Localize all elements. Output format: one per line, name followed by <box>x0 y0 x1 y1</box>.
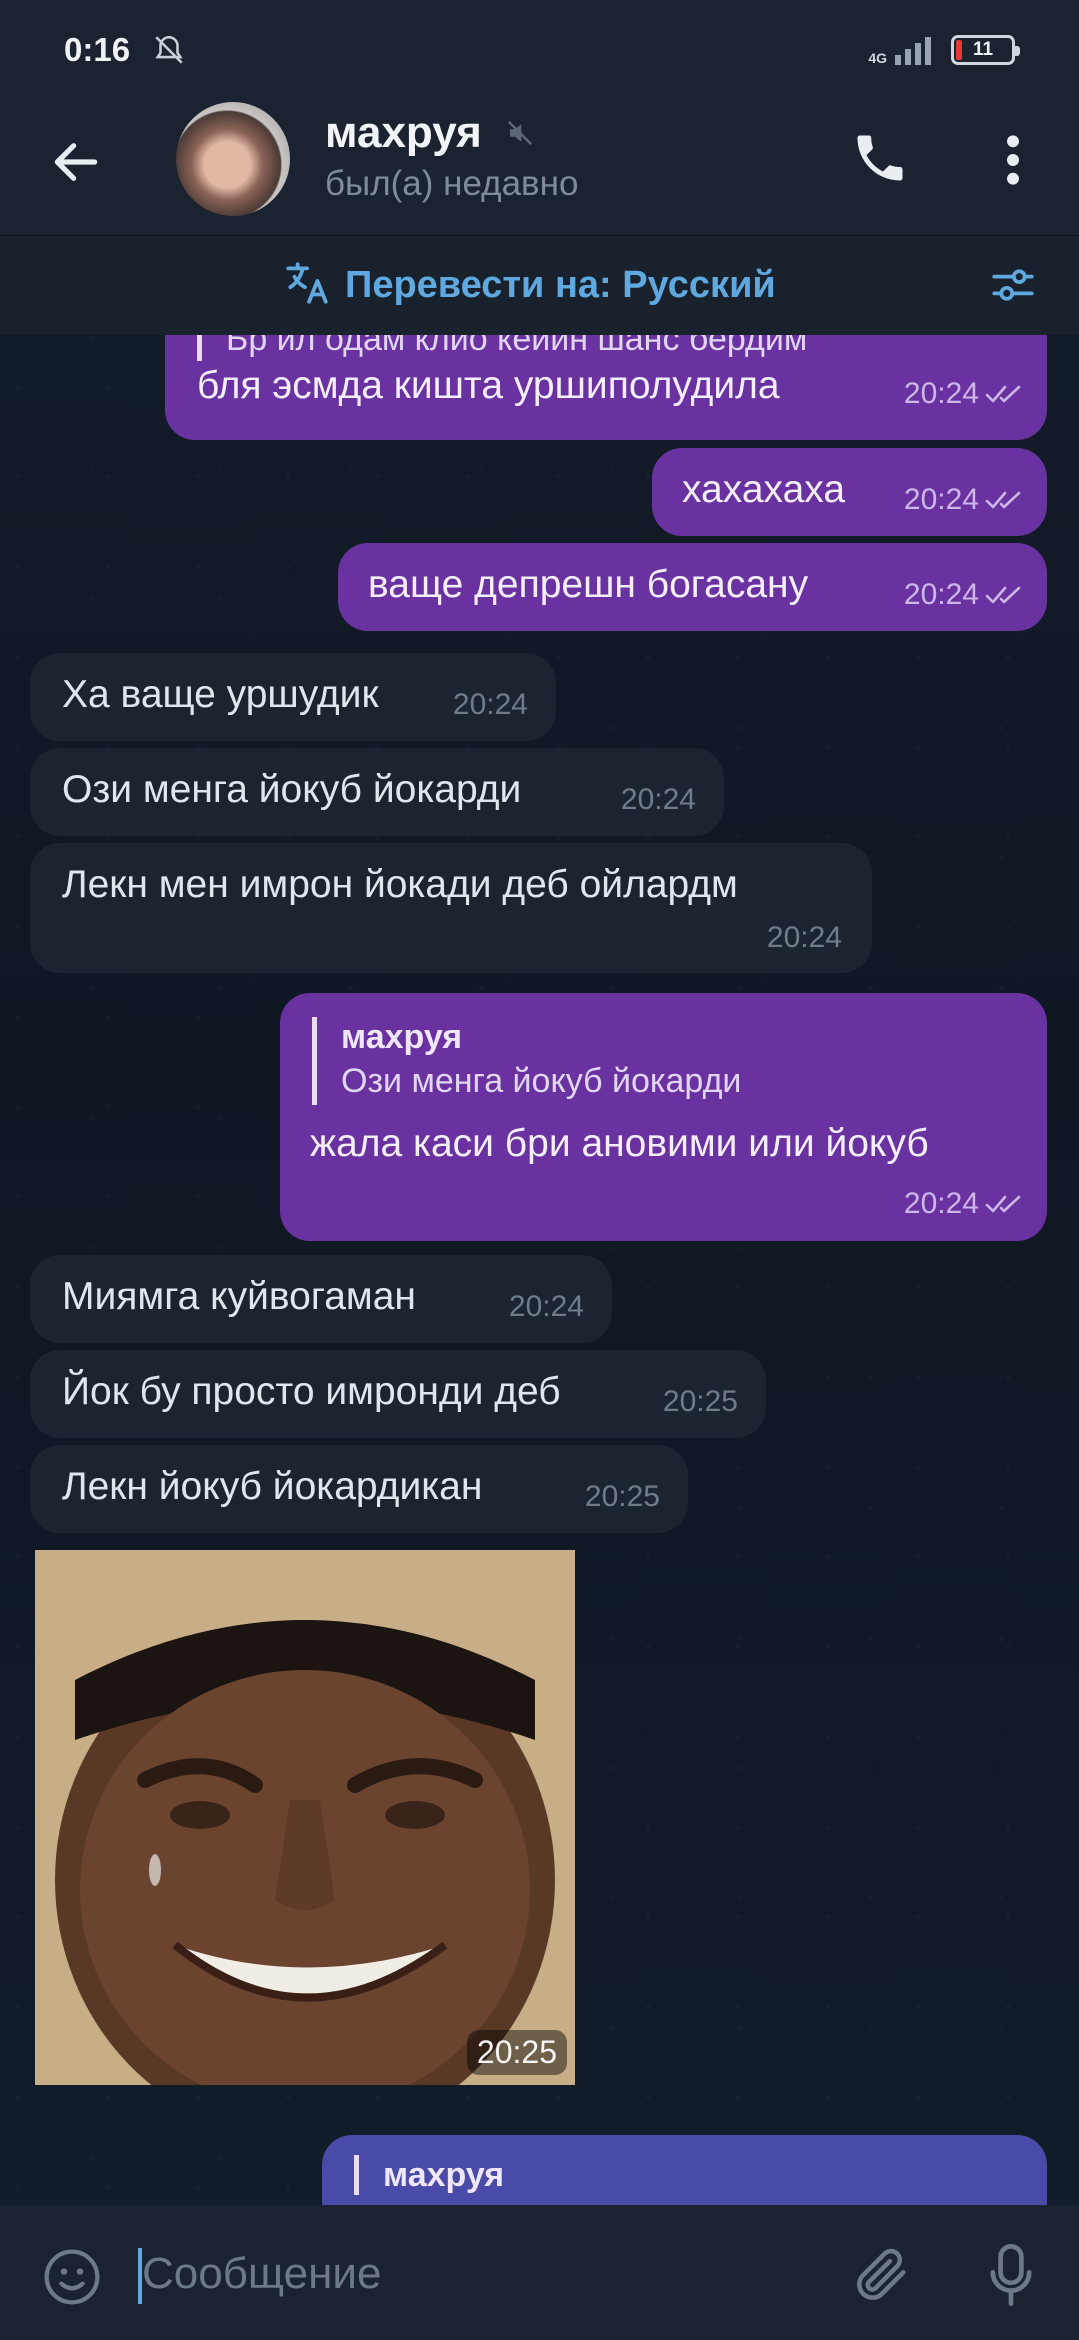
message-text: бля эсмда кишта уршиполудила <box>197 364 780 407</box>
message-time: 20:24 <box>766 921 842 954</box>
attach-clip-icon[interactable] <box>850 2243 914 2307</box>
message-time: 20:24 <box>452 688 528 721</box>
message-text: Ха ваще уршудик <box>62 673 379 716</box>
message-text: жала каси бри ановими или йокуб <box>310 1122 929 1165</box>
message-time: 20:24 <box>903 483 979 516</box>
message-time: 20:24 <box>903 377 979 410</box>
message-text: Йок бу просто имронди деб <box>62 1370 561 1413</box>
photo-time: 20:25 <box>466 2030 567 2075</box>
message-bubble-incoming[interactable]: Ози менга йокуб йокарди 20:24 <box>30 748 724 836</box>
message-meta: 20:24 <box>904 371 1029 417</box>
message-input[interactable]: Сообщение <box>142 2249 381 2299</box>
message-input-bar: Сообщение <box>0 2205 1079 2340</box>
avatar[interactable] <box>176 102 290 216</box>
message-time: 20:24 <box>508 1290 584 1323</box>
message-bubble-incoming[interactable]: Ха ваще уршудик 20:24 <box>30 653 556 741</box>
emoji-icon[interactable] <box>40 2245 104 2309</box>
status-time: 0:16 <box>64 31 131 68</box>
double-check-icon <box>985 385 1021 403</box>
message-time: 20:24 <box>620 783 696 816</box>
last-seen-status: был(а) недавно <box>325 164 579 203</box>
message-meta: 20:24 <box>509 1284 584 1330</box>
double-check-icon <box>985 1195 1021 1213</box>
message-bubble-incoming[interactable]: Йок бу просто имронди деб 20:25 <box>30 1350 766 1438</box>
reply-quote[interactable]: махруя <box>354 2155 504 2195</box>
sticker-image <box>35 1550 575 2085</box>
reply-quote[interactable]: махруя Ози менга йокуб йокарди <box>312 1017 741 1105</box>
message-meta: 20:24 <box>904 572 1029 618</box>
message-bubble-outgoing[interactable]: махруя Ози менга йокуб йокарди жала каси… <box>280 993 1047 1241</box>
status-right: 4G 11 <box>868 35 1020 65</box>
message-time: 20:25 <box>584 1480 660 1513</box>
double-check-icon <box>985 586 1021 604</box>
message-bubble-incoming[interactable]: Лекн мен имрон йокади деб ойлардм 20:24 <box>30 843 872 973</box>
message-meta: 20:24 <box>904 477 1029 523</box>
message-text: хахахаха <box>682 468 846 511</box>
message-text: Лекн мен имрон йокади деб ойлардм <box>62 863 738 906</box>
message-list[interactable]: Бр ил одам клио кейин шанс бердим бля эс… <box>0 335 1079 2205</box>
message-meta: 20:24 <box>453 682 528 728</box>
translate-label[interactable]: Перевести на: Русский <box>345 264 776 307</box>
mute-icon <box>507 120 533 146</box>
translate-icon <box>286 262 328 304</box>
network-type: 4G <box>868 50 887 66</box>
back-arrow-icon[interactable] <box>48 134 104 190</box>
double-check-icon <box>985 491 1021 509</box>
microphone-icon[interactable] <box>985 2241 1037 2309</box>
message-bubble-outgoing[interactable]: Бр ил одам клио кейин шанс бердим бля эс… <box>165 335 1047 440</box>
message-bubble-incoming[interactable]: Миямга куйвогаман 20:24 <box>30 1255 612 1343</box>
message-meta: 20:24 <box>621 777 696 823</box>
translate-bar[interactable]: Перевести на: Русский <box>0 235 1079 335</box>
message-meta: 20:24 <box>904 1181 1029 1227</box>
signal-indicator: 4G <box>868 35 937 65</box>
message-bubble-incoming[interactable]: Лекн йокуб йокардикан 20:25 <box>30 1445 688 1533</box>
bell-off-icon <box>155 35 183 64</box>
message-text: Ози менга йокуб йокарди <box>62 768 522 811</box>
photo-message[interactable]: 20:25 <box>35 1550 575 2085</box>
message-time: 20:24 <box>903 1187 979 1220</box>
message-text: Лекн йокуб йокардикан <box>62 1465 483 1508</box>
contact-name[interactable]: махруя <box>325 108 482 158</box>
message-text: Миямга куйвогаман <box>62 1275 416 1318</box>
chat-header: махруя был(а) недавно <box>0 100 1079 235</box>
message-time: 20:24 <box>903 578 979 611</box>
message-meta: 20:25 <box>663 1379 738 1425</box>
reply-author: махруя <box>383 2156 505 2194</box>
message-bubble-outgoing[interactable]: махруя <box>322 2135 1047 2205</box>
more-vertical-icon[interactable] <box>998 132 1028 188</box>
message-text: ваще депрешн богасану <box>368 563 809 606</box>
signal-icon <box>895 37 931 65</box>
message-meta: 20:25 <box>585 1474 660 1520</box>
battery-level: 11 <box>972 39 994 60</box>
message-bubble-outgoing[interactable]: хахахаха 20:24 <box>652 448 1047 536</box>
settings-sliders-icon[interactable] <box>988 260 1038 310</box>
phone-icon[interactable] <box>850 128 910 188</box>
message-time: 20:25 <box>662 1385 738 1418</box>
message-bubble-outgoing[interactable]: ваще депрешн богасану 20:24 <box>338 543 1047 631</box>
status-bar: 0:16 4G 11 <box>0 0 1079 100</box>
quoted-text-partial: Бр ил одам клио кейин шанс бердим <box>197 335 807 361</box>
message-meta: 20:24 <box>767 915 842 961</box>
reply-text: Ози менга йокуб йокарди <box>341 1062 742 1100</box>
reply-author: махруя <box>341 1018 463 1056</box>
battery-indicator: 11 <box>951 35 1020 65</box>
